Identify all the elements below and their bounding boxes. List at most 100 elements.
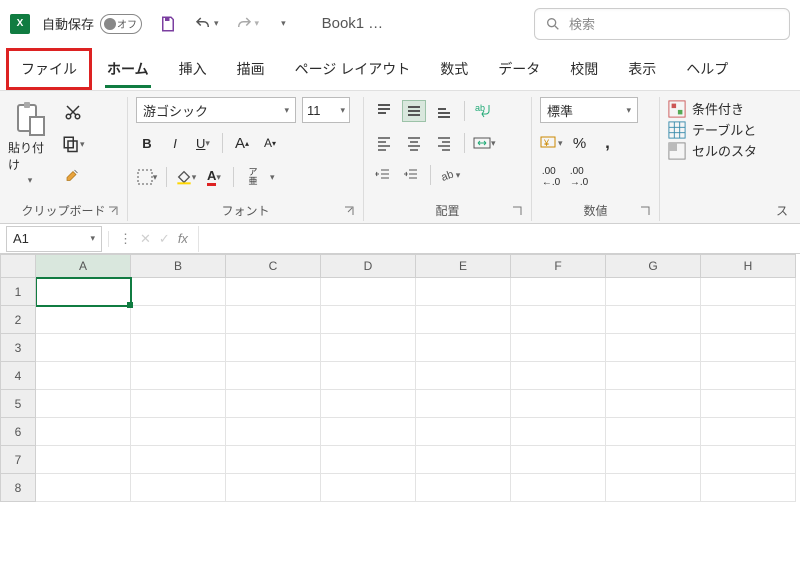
cell-H3[interactable] bbox=[701, 334, 796, 362]
cell-D4[interactable] bbox=[321, 362, 416, 390]
increase-decimal-button[interactable]: .00←.0 bbox=[540, 166, 562, 188]
cell-E6[interactable] bbox=[416, 418, 511, 446]
name-box[interactable]: A1▾ bbox=[6, 226, 102, 252]
autosave-toggle[interactable]: 自動保存 オフ bbox=[42, 14, 142, 34]
decrease-decimal-button[interactable]: .00→.0 bbox=[568, 166, 590, 188]
accounting-format-button[interactable]: ¥▾ bbox=[540, 132, 563, 154]
cell-E8[interactable] bbox=[416, 474, 511, 502]
grow-font-button[interactable]: A▴ bbox=[231, 132, 253, 154]
row-header-6[interactable]: 6 bbox=[0, 418, 36, 446]
align-left-button[interactable] bbox=[372, 132, 396, 154]
col-header-C[interactable]: C bbox=[226, 254, 321, 278]
cell-B3[interactable] bbox=[131, 334, 226, 362]
cell-H6[interactable] bbox=[701, 418, 796, 446]
cell-B5[interactable] bbox=[131, 390, 226, 418]
cell-B1[interactable] bbox=[131, 278, 226, 306]
row-header-3[interactable]: 3 bbox=[0, 334, 36, 362]
cell-H2[interactable] bbox=[701, 306, 796, 334]
tab-file[interactable]: ファイル bbox=[6, 48, 92, 90]
cell-styles-button[interactable]: セルのスタ bbox=[668, 141, 757, 160]
cell-A1[interactable] bbox=[36, 278, 131, 306]
cell-H1[interactable] bbox=[701, 278, 796, 306]
row-header-8[interactable]: 8 bbox=[0, 474, 36, 502]
align-top-button[interactable] bbox=[372, 100, 396, 122]
cell-C1[interactable] bbox=[226, 278, 321, 306]
decrease-indent-button[interactable] bbox=[372, 164, 394, 186]
cell-C6[interactable] bbox=[226, 418, 321, 446]
cell-G3[interactable] bbox=[606, 334, 701, 362]
cell-G1[interactable] bbox=[606, 278, 701, 306]
cell-E4[interactable] bbox=[416, 362, 511, 390]
row-header-7[interactable]: 7 bbox=[0, 446, 36, 474]
align-middle-button[interactable] bbox=[402, 100, 426, 122]
align-center-button[interactable] bbox=[402, 132, 426, 154]
cell-G7[interactable] bbox=[606, 446, 701, 474]
cell-C8[interactable] bbox=[226, 474, 321, 502]
document-name[interactable]: Book1… bbox=[322, 15, 386, 32]
col-header-B[interactable]: B bbox=[131, 254, 226, 278]
merge-center-button[interactable]: ▾ bbox=[473, 132, 496, 154]
conditional-formatting-button[interactable]: 条件付き bbox=[668, 99, 744, 118]
font-color-button[interactable]: A▾ bbox=[203, 166, 225, 188]
cell-E1[interactable] bbox=[416, 278, 511, 306]
row-header-4[interactable]: 4 bbox=[0, 362, 36, 390]
cell-F7[interactable] bbox=[511, 446, 606, 474]
fill-color-button[interactable]: ▾ bbox=[175, 166, 197, 188]
cell-F3[interactable] bbox=[511, 334, 606, 362]
tab-page-layout[interactable]: ページ レイアウト bbox=[280, 48, 426, 90]
dots-icon[interactable]: ⋮ bbox=[119, 231, 132, 247]
cell-G4[interactable] bbox=[606, 362, 701, 390]
cell-D3[interactable] bbox=[321, 334, 416, 362]
col-header-H[interactable]: H bbox=[701, 254, 796, 278]
cell-H5[interactable] bbox=[701, 390, 796, 418]
cell-G6[interactable] bbox=[606, 418, 701, 446]
paste-button[interactable]: 貼り付け ▾ bbox=[8, 97, 52, 186]
enter-icon[interactable]: ✓ bbox=[159, 231, 170, 247]
cell-A8[interactable] bbox=[36, 474, 131, 502]
row-header-5[interactable]: 5 bbox=[0, 390, 36, 418]
cell-D7[interactable] bbox=[321, 446, 416, 474]
cell-D5[interactable] bbox=[321, 390, 416, 418]
cell-F1[interactable] bbox=[511, 278, 606, 306]
toggle-icon[interactable]: オフ bbox=[100, 14, 142, 34]
cell-F5[interactable] bbox=[511, 390, 606, 418]
fx-icon[interactable]: fx bbox=[178, 231, 188, 246]
dialog-launcher-icon[interactable] bbox=[343, 205, 355, 217]
cell-A4[interactable] bbox=[36, 362, 131, 390]
cell-F4[interactable] bbox=[511, 362, 606, 390]
comma-button[interactable]: , bbox=[597, 132, 619, 154]
dialog-launcher-icon[interactable] bbox=[639, 205, 651, 217]
cell-F6[interactable] bbox=[511, 418, 606, 446]
format-painter-button[interactable] bbox=[62, 165, 84, 187]
cell-D1[interactable] bbox=[321, 278, 416, 306]
percent-button[interactable]: % bbox=[569, 132, 591, 154]
cell-G8[interactable] bbox=[606, 474, 701, 502]
col-header-A[interactable]: A bbox=[36, 254, 131, 278]
cell-C2[interactable] bbox=[226, 306, 321, 334]
wrap-text-button[interactable]: ab bbox=[473, 100, 495, 122]
cancel-icon[interactable]: ✕ bbox=[140, 231, 151, 247]
redo-button[interactable]: ▾ bbox=[235, 15, 260, 33]
cell-D6[interactable] bbox=[321, 418, 416, 446]
cell-D2[interactable] bbox=[321, 306, 416, 334]
cell-G5[interactable] bbox=[606, 390, 701, 418]
cell-B4[interactable] bbox=[131, 362, 226, 390]
tab-formulas[interactable]: 数式 bbox=[425, 48, 483, 90]
tab-help[interactable]: ヘルプ bbox=[671, 48, 743, 90]
cell-A6[interactable] bbox=[36, 418, 131, 446]
cell-A5[interactable] bbox=[36, 390, 131, 418]
search-input[interactable]: 検索 bbox=[534, 8, 790, 40]
dialog-launcher-icon[interactable] bbox=[511, 205, 523, 217]
cell-B7[interactable] bbox=[131, 446, 226, 474]
save-button[interactable] bbox=[158, 14, 178, 34]
cell-A2[interactable] bbox=[36, 306, 131, 334]
cell-G2[interactable] bbox=[606, 306, 701, 334]
formula-input[interactable] bbox=[198, 226, 800, 252]
orientation-button[interactable]: ab▾ bbox=[439, 164, 461, 186]
tab-home[interactable]: ホーム bbox=[92, 48, 164, 90]
align-right-button[interactable] bbox=[432, 132, 456, 154]
qat-customize-icon[interactable]: ▾ bbox=[281, 18, 286, 29]
row-header-1[interactable]: 1 bbox=[0, 278, 36, 306]
dialog-launcher-icon[interactable] bbox=[107, 205, 119, 217]
cell-C4[interactable] bbox=[226, 362, 321, 390]
